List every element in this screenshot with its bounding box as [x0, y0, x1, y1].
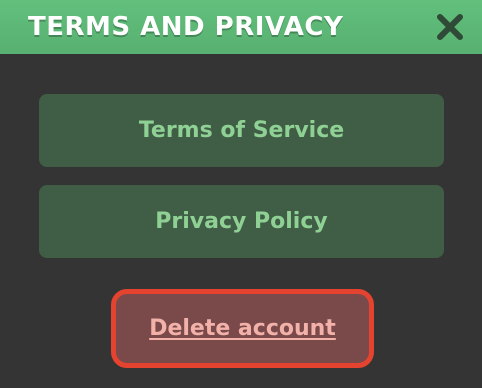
terms-of-service-label: Terms of Service — [138, 118, 345, 143]
dialog-header: TERMS AND PRIVACY — [0, 0, 482, 54]
privacy-policy-button[interactable]: Privacy Policy — [39, 185, 444, 258]
privacy-policy-label: Privacy Policy — [155, 209, 328, 234]
close-icon — [437, 14, 463, 40]
terms-privacy-dialog: TERMS AND PRIVACY Terms of Service Priva… — [0, 0, 482, 388]
terms-of-service-button[interactable]: Terms of Service — [39, 94, 444, 167]
close-button[interactable] — [432, 9, 468, 45]
dialog-title: TERMS AND PRIVACY — [28, 12, 344, 42]
delete-account-label: Delete account — [149, 316, 336, 341]
delete-account-button[interactable]: Delete account — [111, 289, 374, 368]
